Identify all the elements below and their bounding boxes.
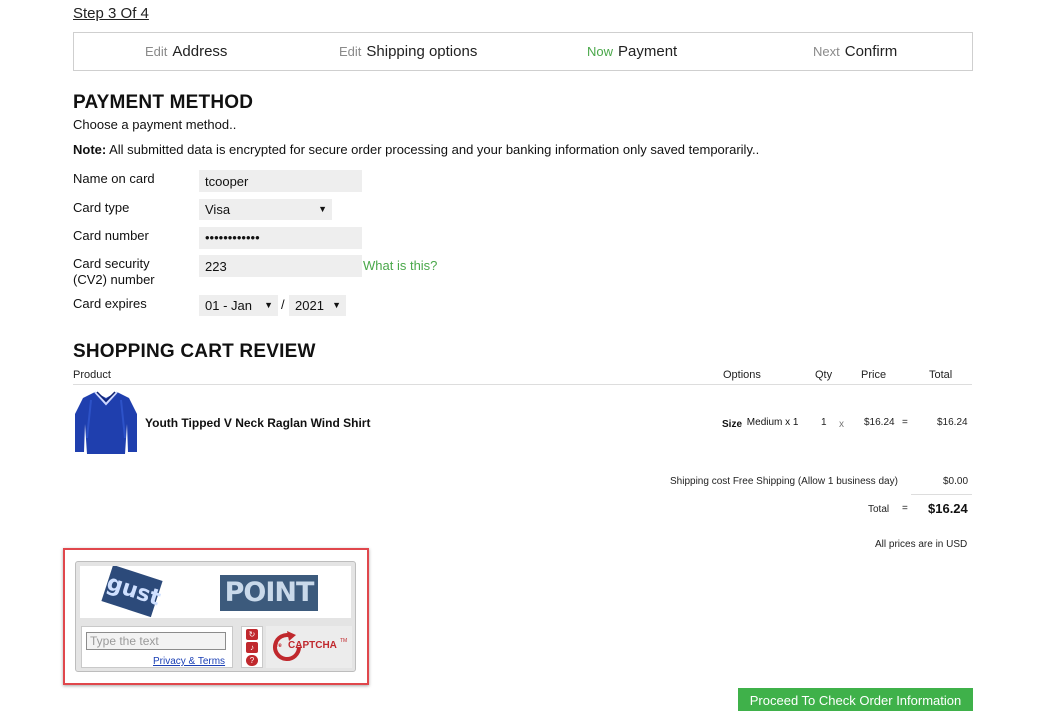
col-total: Total	[929, 369, 953, 381]
times-sign: x	[839, 419, 844, 430]
name-on-card-label: Name on card	[73, 171, 155, 186]
col-price: Price	[861, 369, 887, 381]
name-on-card-input[interactable]	[199, 170, 362, 192]
expires-month-select[interactable]: 01 - Jan ▼	[199, 295, 278, 316]
product-option: Size Medium x 1	[722, 417, 799, 430]
product-total: $16.24	[937, 417, 968, 428]
card-security-label-line1: Card security	[73, 256, 150, 271]
step-label: Confirm	[844, 43, 898, 60]
card-security-input[interactable]	[199, 255, 362, 277]
col-qty: Qty	[815, 369, 833, 381]
card-security-label: Card security (CV2) number	[73, 256, 155, 288]
help-icon[interactable]: ?	[246, 655, 258, 666]
recaptcha-logo-tm: TM	[340, 638, 348, 644]
expires-separator: /	[281, 297, 285, 312]
payment-method-heading: PAYMENT METHOD	[73, 92, 254, 113]
total-divider	[911, 494, 972, 495]
step-label: Shipping options	[366, 43, 478, 60]
step-prefix: Next	[813, 44, 840, 59]
option-value: Medium x 1	[746, 417, 799, 428]
refresh-icon[interactable]: ↻	[246, 629, 258, 640]
audio-icon[interactable]: ♪	[246, 642, 258, 653]
captcha-word-1: gust	[101, 566, 164, 618]
step-payment: Now Payment	[587, 33, 677, 70]
step-label: Payment	[618, 43, 678, 60]
card-expires-label: Card expires	[73, 296, 147, 311]
dropdown-arrow-icon: ▼	[332, 300, 341, 310]
captcha-controls: ↻ ♪ ?	[241, 626, 263, 668]
step-indicator-link[interactable]: Step 3 Of 4	[73, 5, 149, 22]
step-confirm: Next Confirm	[813, 33, 897, 70]
step-prefix: Edit	[339, 44, 362, 59]
step-address[interactable]: Edit Address	[145, 33, 227, 70]
recaptcha-logo-text: CAPTCHA	[288, 640, 337, 651]
currency-note: All prices are in USD	[875, 539, 968, 550]
note-label: Note:	[73, 142, 107, 157]
payment-method-subtitle: Choose a payment method..	[73, 117, 237, 132]
step-shipping-options[interactable]: Edit Shipping options	[339, 33, 477, 70]
proceed-button[interactable]: Proceed To Check Order Information	[738, 688, 973, 711]
checkout-steps: Edit Address Edit Shipping options Now Paym…	[73, 32, 973, 71]
step-label: Address	[172, 43, 228, 60]
total-equals: =	[902, 503, 908, 514]
card-number-label: Card number	[73, 228, 149, 243]
security-note: Note: All submitted data is encrypted fo…	[73, 142, 759, 157]
expires-year-select[interactable]: 2021 ▼	[289, 295, 346, 316]
captcha-image: gust POINT	[80, 566, 351, 618]
captcha-word-2: POINT	[220, 575, 318, 611]
step-prefix: Now	[587, 44, 614, 59]
card-type-label: Card type	[73, 200, 130, 215]
card-number-input[interactable]: ••••••••••••	[199, 227, 362, 249]
recaptcha-logo-prefix: re	[276, 643, 282, 649]
card-type-value: Visa	[205, 202, 231, 217]
col-product: Product	[73, 369, 111, 381]
col-options: Options	[723, 369, 761, 381]
dropdown-arrow-icon: ▼	[318, 204, 327, 214]
expires-year-value: 2021	[295, 298, 324, 313]
captcha-text-input[interactable]	[86, 632, 226, 650]
dropdown-arrow-icon: ▼	[264, 300, 273, 310]
cart-header-divider	[73, 384, 972, 385]
shipping-cost-label: Shipping cost Free Shipping (Allow 1 bus…	[670, 476, 898, 487]
card-security-label-line2: (CV2) number	[73, 272, 155, 287]
product-qty: 1	[821, 417, 827, 428]
privacy-terms-link[interactable]: Privacy & Terms	[153, 656, 225, 667]
recaptcha-logo: re CAPTCHA TM	[266, 626, 352, 668]
shipping-cost-value: $0.00	[943, 476, 969, 487]
card-type-select[interactable]: Visa ▼	[199, 199, 332, 220]
note-text: All submitted data is encrypted for secu…	[106, 142, 760, 157]
total-label: Total	[868, 504, 890, 515]
order-total: $16.24	[928, 501, 968, 516]
product-price: $16.24	[864, 417, 895, 428]
product-image[interactable]	[73, 388, 139, 456]
cart-review-heading: SHOPPING CART REVIEW	[73, 341, 316, 362]
equals-sign: =	[902, 417, 908, 428]
expires-month-value: 01 - Jan	[205, 298, 252, 313]
step-prefix: Edit	[145, 44, 168, 59]
product-name: Youth Tipped V Neck Raglan Wind Shirt	[145, 416, 371, 430]
what-is-this-link[interactable]: What is this?	[363, 258, 437, 273]
option-label: Size	[722, 419, 743, 430]
